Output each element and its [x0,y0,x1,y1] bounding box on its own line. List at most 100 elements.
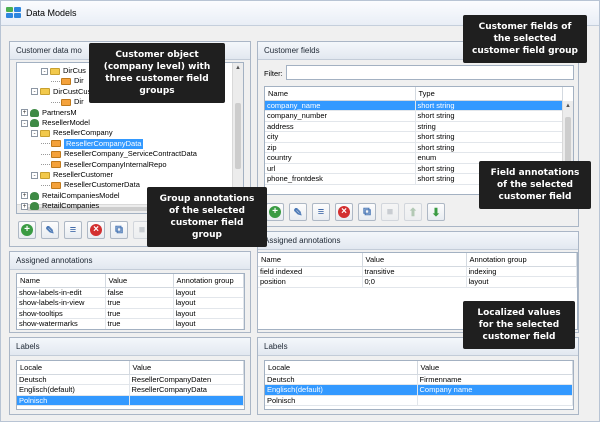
table-cell: position [258,276,363,288]
right-labels-grid[interactable]: Locale Value Deutsch Firmenname Englisch(de… [264,360,574,410]
table-row[interactable]: show-labels-in-view true layout [17,297,244,309]
table-row[interactable]: city short string [265,131,563,143]
column-header[interactable]: Locale [17,361,130,375]
tree-node[interactable]: ResellerCompanyInternalRepo [41,160,167,170]
copy-button[interactable]: ⧉ [110,221,128,239]
tree-node[interactable]: - ResellerModel [21,118,90,128]
properties-icon: ≡ [69,224,77,236]
table-cell: short string [415,131,563,143]
table-row[interactable]: Polnisch [265,395,573,406]
table-row[interactable]: zip short string [265,142,563,153]
table-row[interactable]: Englisch(default) Company name [265,384,573,396]
properties-button[interactable]: ≡ [64,221,82,239]
tree-node[interactable]: - ResellerCustomer [31,170,113,180]
copy-button[interactable]: ⧉ [358,203,376,221]
left-labels-header: Labels [10,338,250,356]
delete-button[interactable]: × [335,203,353,221]
up-button[interactable]: ⬆ [404,203,422,221]
table-cell: short string [415,142,563,153]
expand-icon[interactable]: + [21,192,28,200]
data-icon [51,161,61,169]
tree-connector [41,164,50,166]
table-row[interactable]: company_number short string [265,110,563,122]
tree-node[interactable]: + PartnersM [21,108,77,118]
tree-node[interactable]: - ResellerCompany [31,128,113,138]
table-cell: company_name [265,100,416,111]
tree-node-label: ResellerCustomerData [64,180,140,190]
tree-scroll-thumb[interactable] [235,103,241,169]
scroll-up-icon[interactable]: ▲ [233,63,243,73]
add-icon: + [269,206,281,218]
filter-input[interactable] [286,65,574,80]
column-header[interactable]: Annotation group [466,253,577,267]
tree-node[interactable]: Dir [51,97,84,107]
edit-button[interactable]: ✎ [41,221,59,239]
column-header[interactable]: Value [417,361,573,375]
table-cell: false [105,287,174,298]
tree-node[interactable]: - DirCustCus [31,87,91,97]
tree-node[interactable]: ResellerCompany_ServiceContractData [41,149,197,159]
table-cell: short string [415,100,563,111]
left-toolbar: + ✎ ≡ × ⧉ ■ [18,221,151,239]
collapse-icon[interactable]: - [31,171,38,179]
collapse-icon[interactable]: - [21,119,28,127]
window-title: Data Models [26,8,77,18]
table-cell: layout [173,297,244,309]
properties-button[interactable]: ≡ [312,203,330,221]
table-row[interactable]: position 0;0 layout [258,276,577,288]
table-row[interactable]: Deutsch ResellerCompanyDaten [17,374,244,385]
tree-node[interactable]: + RetailCompaniesModel [21,191,120,201]
table-cell: layout [466,276,577,288]
edit-icon: ✎ [45,224,55,237]
tree-node-label: DirCus [63,66,86,75]
table-row[interactable]: address string [265,121,563,132]
table-row[interactable]: show-tooltips true layout [17,308,244,319]
column-header[interactable]: Type [415,87,563,101]
table-row[interactable]: Deutsch Firmenname [265,374,573,385]
tree-node[interactable]: ResellerCompanyData [41,138,144,149]
callout-customer-object: Customer object (company level) with thr… [89,43,225,103]
disabled-button[interactable]: ■ [381,203,399,221]
table-cell: phone_frontdesk [265,173,416,185]
down-button[interactable]: ⬇ [427,203,445,221]
table-row[interactable]: show-labels-in-edit false layout [17,287,244,298]
tree-node[interactable]: - DirCus [41,66,86,76]
tree-node[interactable]: Dir [51,76,84,86]
collapse-icon[interactable]: - [41,67,48,75]
data-icon [61,77,71,85]
expand-icon[interactable]: + [21,202,28,210]
tree-node-label: ResellerCompanyData [64,138,144,149]
add-button[interactable]: + [18,221,36,239]
column-header[interactable]: Annotation group [173,274,244,288]
table-cell: Company name [417,384,573,396]
table-row[interactable]: company_name short string [265,100,563,111]
add-button[interactable]: + [266,203,284,221]
column-header[interactable]: Name [265,87,416,101]
table-cell: true [105,318,174,329]
left-annotations-grid[interactable]: Name Value Annotation group show-labels-in… [16,273,245,330]
fields-scroll-up-icon[interactable]: ▲ [563,101,573,111]
collapse-icon[interactable]: - [31,129,38,137]
column-header[interactable]: Name [258,253,363,267]
tree-node[interactable]: + RetailCompanies [21,201,99,211]
table-row[interactable]: Englisch(default) ResellerCompanyData [17,384,244,396]
table-cell: url [265,163,416,174]
table-row[interactable]: show-watermarks true layout [17,318,244,329]
tree-node[interactable]: ResellerCustomerData [41,180,140,190]
column-header[interactable]: Value [362,253,467,267]
tree-node-label: RetailCompaniesModel [42,190,120,200]
edit-button[interactable]: ✎ [289,203,307,221]
table-cell: indexing [466,266,577,277]
table-row[interactable]: Polnisch [17,395,244,406]
expand-icon[interactable]: + [21,109,28,117]
table-row[interactable]: field indexed transitive indexing [258,266,577,277]
table-cell: layout [173,287,244,298]
folder-icon [50,67,60,75]
column-header[interactable]: Value [105,274,174,288]
collapse-icon[interactable]: - [31,88,38,96]
column-header[interactable]: Name [17,274,106,288]
delete-button[interactable]: × [87,221,105,239]
left-labels-grid[interactable]: Locale Value Deutsch ResellerCompanyDaten E… [16,360,245,410]
column-header[interactable]: Locale [265,361,418,375]
column-header[interactable]: Value [129,361,244,375]
